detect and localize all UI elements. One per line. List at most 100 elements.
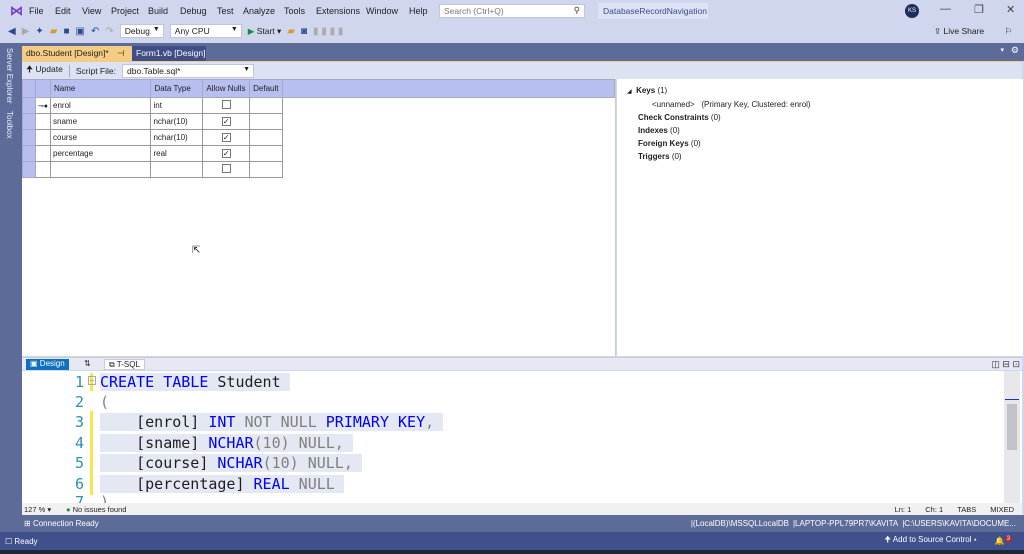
menu-edit[interactable]: Edit: [55, 6, 71, 16]
indexes-node[interactable]: Indexes (0): [638, 126, 680, 135]
menu-test[interactable]: Test: [217, 6, 234, 16]
column-name-cell[interactable]: enrol: [50, 97, 152, 114]
menu-project[interactable]: Project: [111, 6, 139, 16]
collapse-icon[interactable]: −: [88, 376, 96, 385]
triggers-node[interactable]: Triggers (0): [638, 152, 682, 161]
line-endings-indicator[interactable]: MIXED: [990, 505, 1014, 514]
update-button[interactable]: 🠉 Update: [26, 64, 63, 78]
allow-nulls-checkbox[interactable]: [221, 164, 231, 173]
menu-help[interactable]: Help: [409, 6, 428, 16]
row-selector[interactable]: [22, 129, 36, 146]
add-to-source-control-button[interactable]: 🠉 Add to Source Control ▴: [884, 534, 976, 548]
back-icon[interactable]: ◀: [8, 26, 16, 37]
configuration-dropdown[interactable]: Debug ▼: [119, 24, 164, 38]
data-type-cell[interactable]: real: [150, 145, 204, 162]
pane-splitter[interactable]: ◫ ⊟ ⊡: [22, 357, 1022, 370]
platform-dropdown[interactable]: Any CPU ▼: [169, 24, 242, 38]
find-in-files-icon[interactable]: ▰: [287, 26, 295, 37]
default-cell[interactable]: [249, 97, 284, 114]
avatar[interactable]: KS: [905, 4, 919, 18]
table-row[interactable]: [22, 161, 615, 178]
row-selector[interactable]: [22, 97, 36, 114]
script-file-dropdown[interactable]: dbo.Table.sql* ▼: [122, 63, 254, 78]
screenshot-icon[interactable]: ◙: [301, 26, 307, 37]
column-name-cell[interactable]: course: [50, 129, 152, 146]
data-type-cell[interactable]: nchar(10): [150, 113, 204, 130]
allow-nulls-checkbox[interactable]: ✓: [221, 117, 231, 126]
menu-tools[interactable]: Tools: [284, 6, 305, 16]
search-placeholder: Search (Ctrl+Q): [444, 6, 504, 16]
data-type-cell[interactable]: [150, 161, 204, 178]
primary-key-item[interactable]: <unnamed> (Primary Key, Clustered: enrol…: [652, 100, 811, 109]
tsql-pane-tab[interactable]: ⧉ T-SQL: [104, 359, 145, 370]
code-editor[interactable]: 1 2 3 4 5 6 7 − CREATE TABLE Student ( […: [22, 371, 1022, 503]
feedback-icon[interactable]: ⚐: [1005, 26, 1013, 36]
server-explorer-tab[interactable]: Server Explorer: [5, 48, 14, 104]
mouse-cursor: ⇱: [192, 245, 201, 256]
minimize-icon[interactable]: —: [940, 3, 951, 15]
issues-indicator[interactable]: ● No issues found: [66, 505, 126, 514]
menu-debug[interactable]: Debug: [180, 6, 207, 16]
allow-nulls-checkbox[interactable]: ✓: [221, 149, 231, 158]
start-button[interactable]: ▶ Start ▾: [248, 26, 282, 37]
tab-student-design[interactable]: dbo.Student [Design]* ⊣ ✕: [22, 46, 138, 61]
column-name-cell[interactable]: [50, 161, 152, 178]
menu-file[interactable]: File: [29, 6, 44, 16]
tab-label: dbo.Student [Design]*: [26, 48, 109, 58]
default-cell[interactable]: [249, 129, 284, 146]
check-constraints-node[interactable]: Check Constraints (0): [638, 113, 721, 122]
menu-analyze[interactable]: Analyze: [243, 6, 275, 16]
zoom-dropdown[interactable]: 127 % ▾: [22, 505, 66, 514]
table-row[interactable]: sname nchar(10) ✓: [22, 113, 615, 130]
pin-icon[interactable]: ⊣: [117, 48, 124, 58]
notifications-icon[interactable]: 🔔 3: [995, 536, 1012, 546]
allow-nulls-checkbox[interactable]: ✓: [221, 133, 231, 142]
tab-form1-design[interactable]: Form1.vb [Design]: [132, 46, 206, 61]
tabs-indicator[interactable]: TABS: [957, 505, 976, 514]
keys-node[interactable]: ◢ Keys (1): [627, 86, 667, 95]
default-cell[interactable]: [249, 113, 284, 130]
default-cell[interactable]: [249, 145, 284, 162]
save-all-icon[interactable]: ▣: [76, 26, 85, 37]
swap-panes-button[interactable]: ⇅: [80, 359, 95, 370]
column-name-cell[interactable]: sname: [50, 113, 152, 130]
toolbox-tab[interactable]: Toolbox: [5, 111, 14, 139]
forward-icon[interactable]: ▶: [22, 26, 30, 37]
row-selector[interactable]: [22, 145, 36, 162]
menu-window[interactable]: Window: [366, 6, 398, 16]
server-name: (LocalDB)\MSSQLLocalDB: [692, 519, 789, 528]
zoom-value: 127 %: [24, 504, 46, 514]
menu-build[interactable]: Build: [148, 6, 168, 16]
redo-icon[interactable]: ↷: [105, 26, 113, 37]
data-type-cell[interactable]: nchar(10): [150, 129, 204, 146]
foreign-keys-node[interactable]: Foreign Keys (0): [638, 139, 701, 148]
line-number: 3: [74, 413, 84, 431]
row-selector[interactable]: [22, 113, 36, 130]
undo-icon[interactable]: ↶: [91, 26, 99, 37]
expand-icon[interactable]: ◢: [627, 89, 632, 95]
default-cell[interactable]: [249, 161, 284, 178]
design-pane-tab[interactable]: ▣ Design: [26, 359, 69, 370]
live-share-button[interactable]: ⇪ Live Share ⚐: [934, 26, 1012, 37]
table-row[interactable]: percentage real ✓: [22, 145, 615, 162]
close-icon[interactable]: ✕: [1006, 3, 1015, 16]
tab-list-icon[interactable]: ▾: [1000, 46, 1004, 54]
search-input[interactable]: Search (Ctrl+Q) ⚲: [439, 4, 585, 18]
gear-icon[interactable]: ⚙: [1011, 45, 1019, 56]
row-selector[interactable]: [22, 161, 36, 178]
table-row[interactable]: course nchar(10) ✓: [22, 129, 615, 146]
scroll-thumb[interactable]: [1007, 404, 1017, 450]
allow-nulls-checkbox[interactable]: [221, 100, 231, 109]
new-project-icon[interactable]: ✦: [35, 26, 43, 37]
menu-extensions[interactable]: Extensions: [316, 6, 360, 16]
menu-view[interactable]: View: [82, 6, 101, 16]
data-type-cell[interactable]: int: [150, 97, 204, 114]
column-name-cell[interactable]: percentage: [50, 145, 152, 162]
bookmark-icon[interactable]: ▮ ▮ ▮ ▮: [313, 26, 343, 37]
split-view-icons[interactable]: ◫ ⊟ ⊡: [991, 359, 1020, 370]
vertical-scrollbar[interactable]: [1004, 371, 1020, 503]
save-icon[interactable]: ■: [64, 26, 70, 37]
restore-icon[interactable]: ❐: [974, 3, 984, 16]
open-icon[interactable]: ▰: [50, 26, 58, 37]
table-row[interactable]: ⊸● enrol int: [22, 97, 615, 114]
